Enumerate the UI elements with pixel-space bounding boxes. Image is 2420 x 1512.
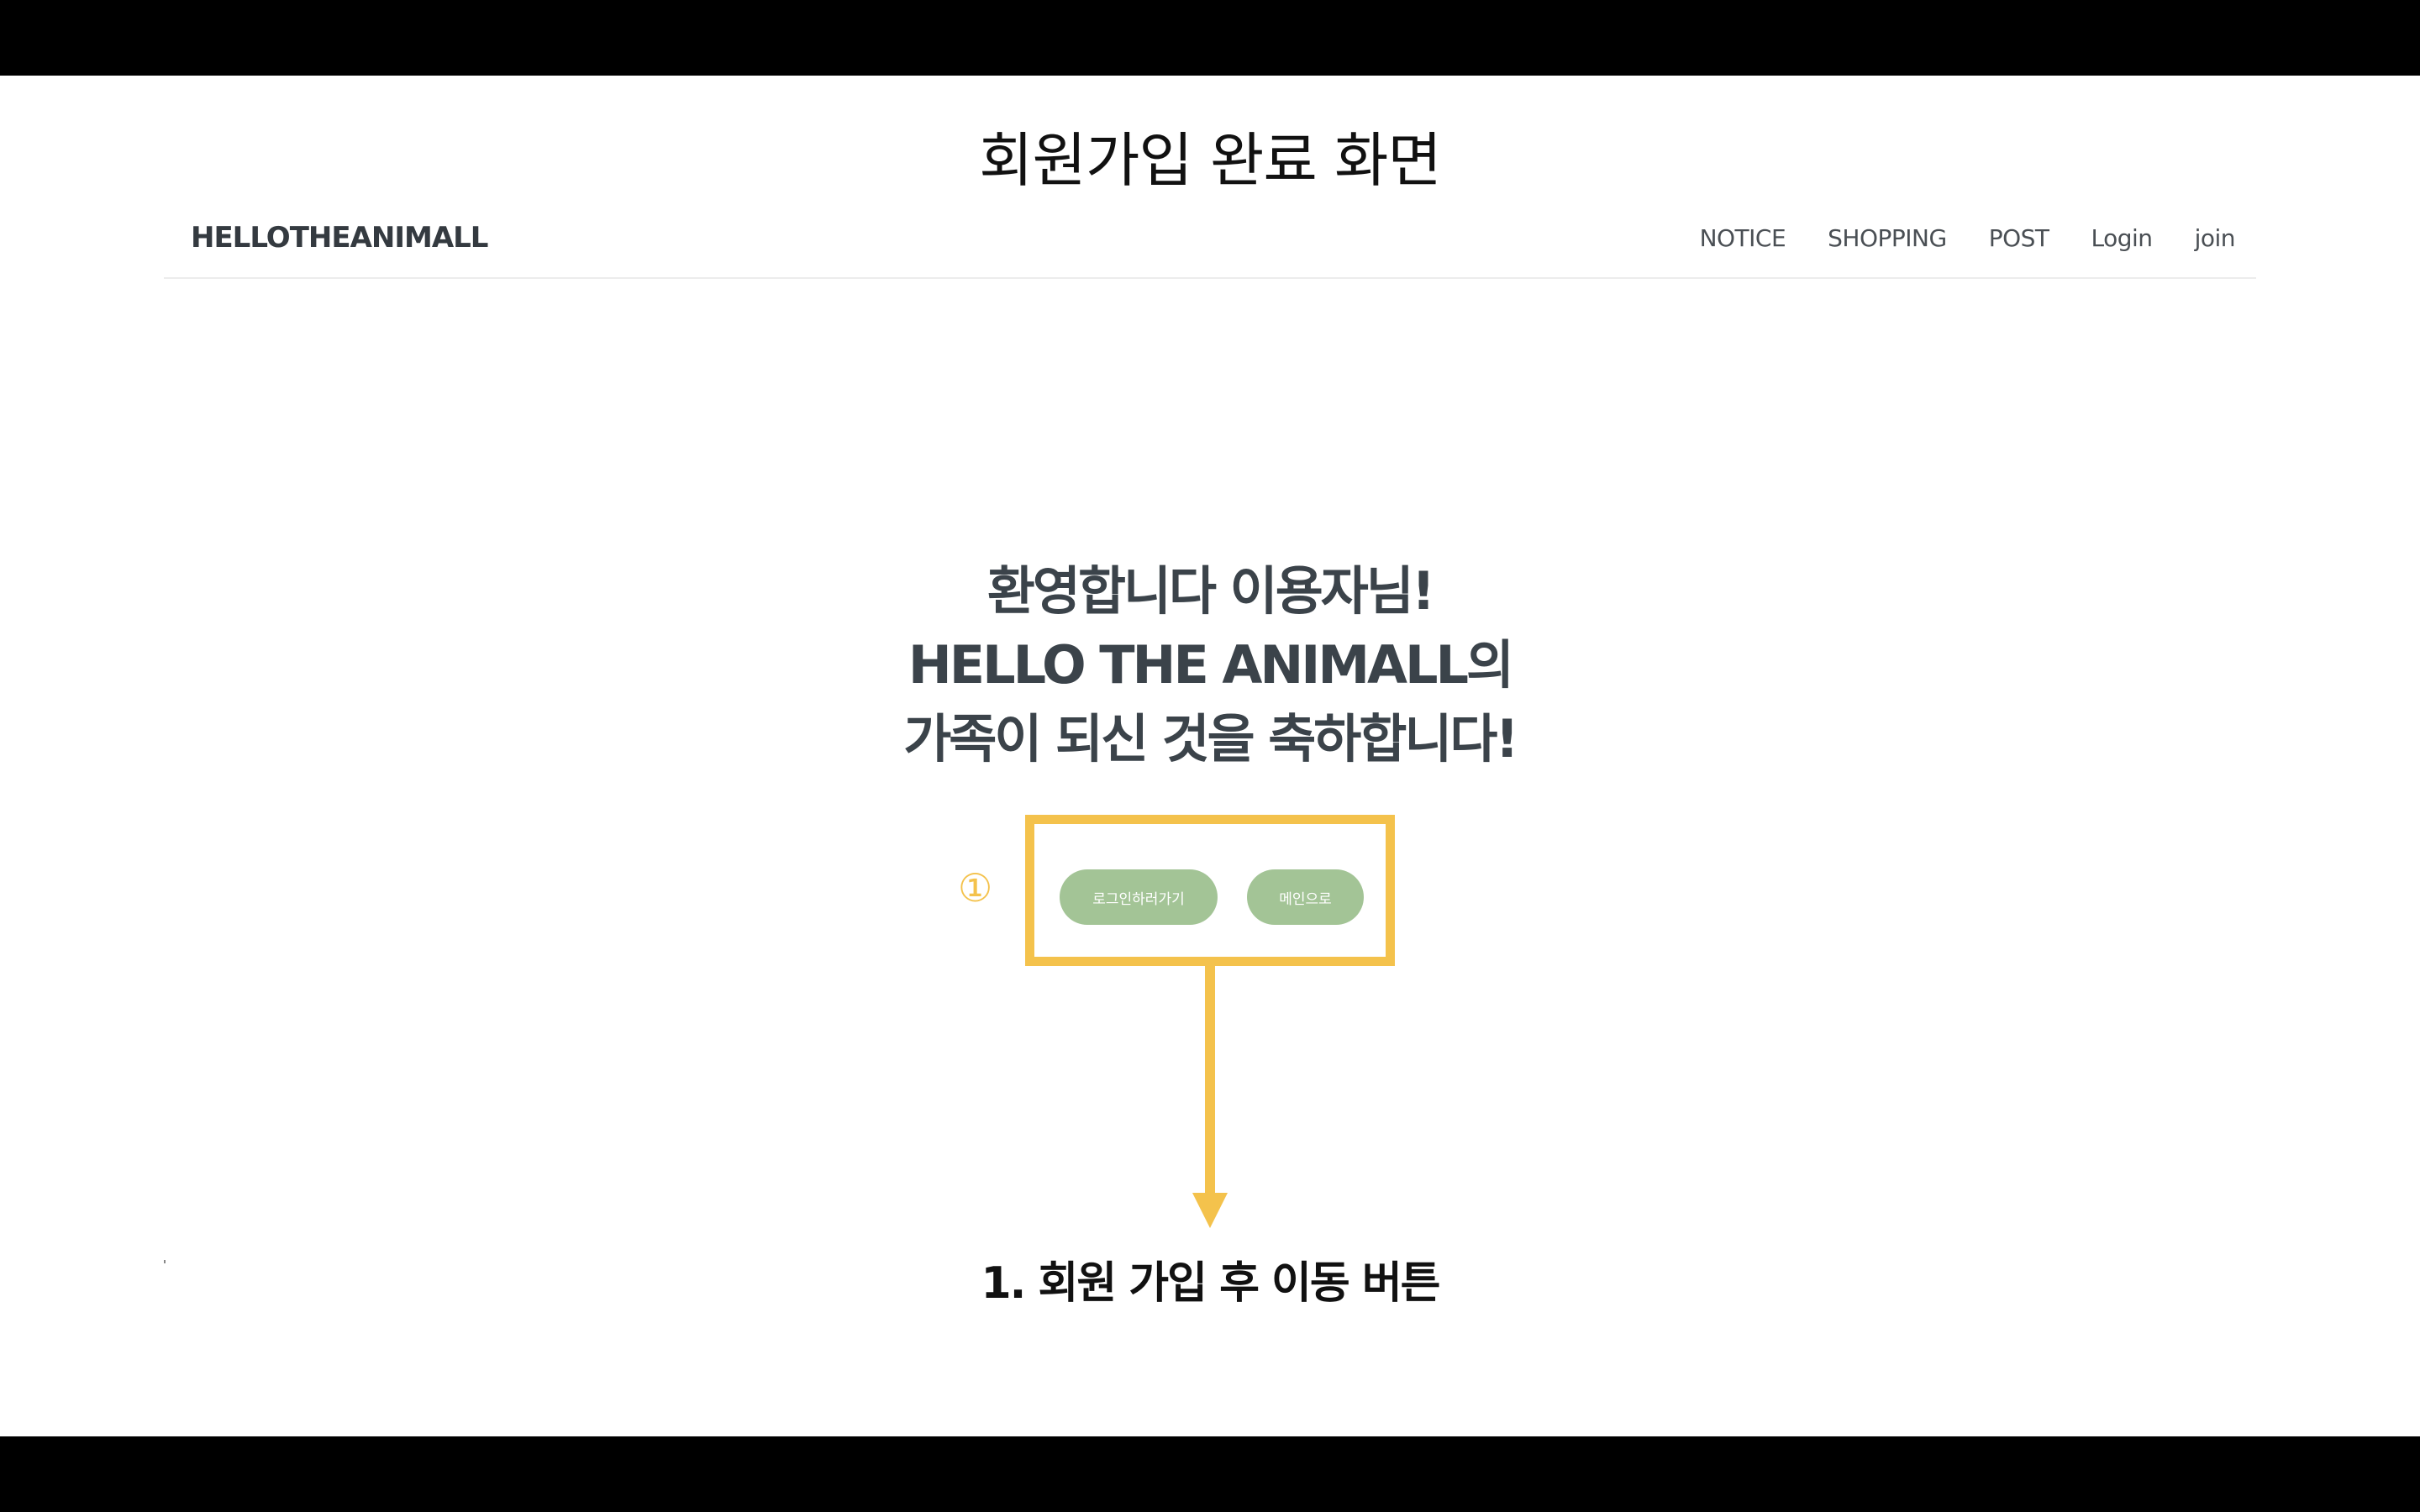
- annotation-highlight-box: 로그인하러가기 메인으로: [1025, 815, 1395, 966]
- welcome-line-1: 환영합니다 이용자님!: [986, 560, 1435, 622]
- go-to-login-button[interactable]: 로그인하러가기: [1060, 869, 1218, 925]
- site-navbar: HELLOTHEANIMALL NOTICE SHOPPING POST Log…: [164, 206, 2256, 279]
- nav-item-login[interactable]: Login: [2091, 224, 2154, 252]
- nav-item-notice[interactable]: NOTICE: [1700, 224, 1786, 252]
- site-logo[interactable]: HELLOTHEANIMALL: [191, 221, 488, 255]
- annotation-marker: ①: [958, 865, 993, 911]
- welcome-message: 환영합니다 이용자님! HELLO THE ANIMALL의 가족이 되신 것을…: [0, 554, 2420, 776]
- nav-menu: NOTICE SHOPPING POST Login join: [1700, 224, 2236, 252]
- letterbox-bottom: [0, 1436, 2420, 1512]
- letterbox-top: [0, 0, 2420, 76]
- welcome-line-3: 가족이 되신 것을 축하합니다!: [903, 708, 1519, 769]
- welcome-line-2: HELLO THE ANIMALL의: [908, 634, 1514, 696]
- annotation-caption: 1. 회원 가입 후 이동 버튼: [981, 1258, 1440, 1309]
- slide: 회원가입 완료 화면 HELLOTHEANIMALL NOTICE SHOPPI…: [0, 76, 2420, 1436]
- annotation-arrow-shaft: [1205, 966, 1215, 1197]
- go-to-main-button[interactable]: 메인으로: [1247, 869, 1364, 925]
- screen: 회원가입 완료 화면 HELLOTHEANIMALL NOTICE SHOPPI…: [0, 0, 2420, 1512]
- annotation-arrow-head: [1192, 1193, 1228, 1228]
- slide-title: 회원가입 완료 화면: [979, 126, 1442, 195]
- nav-item-join[interactable]: join: [2195, 224, 2236, 252]
- stray-mark: [164, 1260, 166, 1263]
- nav-item-shopping[interactable]: SHOPPING: [1828, 224, 1947, 252]
- nav-item-post[interactable]: POST: [1989, 224, 2049, 252]
